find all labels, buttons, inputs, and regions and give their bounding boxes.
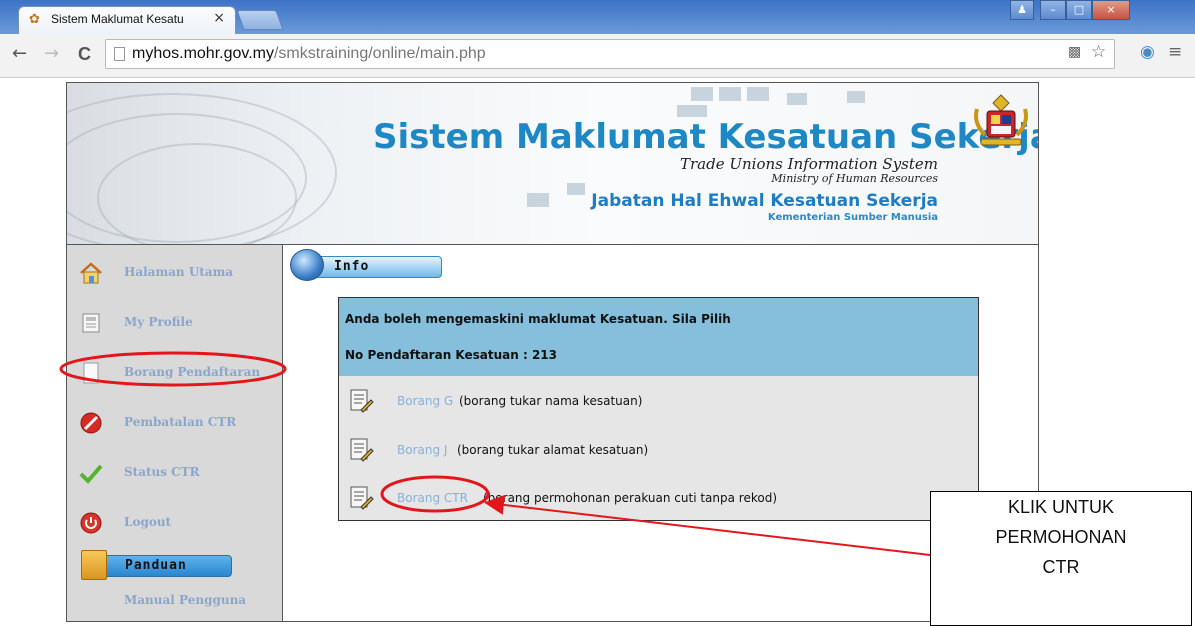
browser-tab[interactable]: ✿ Sistem Maklumat Kesatu × [18, 6, 236, 34]
guide-header: Panduan [79, 550, 233, 580]
sidebar-item-my-profile[interactable]: My Profile [67, 304, 283, 340]
sidebar-item-label: Halaman Utama [124, 265, 234, 279]
banner-tile [719, 87, 741, 101]
url-path: /smkstraining/online/main.php [273, 45, 486, 62]
sidebar-item-ctr-cancellation[interactable]: Pembatalan CTR [67, 404, 283, 440]
sidebar-item-label: Pembatalan CTR [124, 415, 237, 429]
url-text[interactable]: myhos.mohr.gov.my/smkstraining/online/ma… [132, 45, 486, 63]
sidebar-item-label: Borang Pendaftaran [124, 365, 261, 379]
annotation-callout: KLIK UNTUK PERMOHONAN CTR [930, 491, 1192, 626]
callout-line: PERMOHONAN [995, 527, 1127, 547]
guide-heading: Panduan [125, 558, 187, 573]
info-header: Info [290, 249, 442, 281]
banner-tile [677, 105, 707, 117]
list-item: Borang J (borang tukar alamat kesatuan) [349, 437, 969, 463]
address-book-icon [81, 550, 107, 580]
power-icon [80, 512, 102, 534]
sidebar-item-label: Logout [124, 515, 172, 529]
system-subtitle-english: Trade Unions Information System [680, 155, 938, 173]
address-bar[interactable]: myhos.mohr.gov.my/smkstraining/online/ma… [105, 39, 1115, 69]
sidebar-item-home[interactable]: Halaman Utama [67, 254, 283, 290]
list-item: Borang CTR (borang permohonan perakuan c… [349, 485, 969, 511]
forms-panel-header: Anda boleh mengemaskini maklumat Kesatua… [339, 298, 978, 376]
form-ctr-description: (borang permohonan perakuan cuti tanpa r… [483, 491, 778, 505]
banner-decoration [97, 143, 297, 244]
ministry-english: Ministry of Human Resources [771, 172, 938, 185]
profile-icon [82, 313, 100, 333]
web-page: Sistem Maklumat Kesatuan Sekerja Trade U… [66, 82, 1039, 622]
browser-toolbar: ← → C myhos.mohr.gov.my/smkstraining/onl… [0, 34, 1195, 78]
banner-tile [747, 87, 769, 101]
section-title: Info [334, 259, 370, 274]
forward-icon[interactable]: → [44, 44, 59, 64]
form-g-link[interactable]: Borang G [397, 394, 453, 408]
callout-line: KLIK UNTUK [1007, 497, 1115, 517]
header-banner: Sistem Maklumat Kesatuan Sekerja Trade U… [67, 83, 1038, 245]
user-manual-link[interactable]: Manual Pengguna [124, 593, 246, 607]
checkmark-icon [79, 464, 103, 484]
close-window-button[interactable]: × [1092, 0, 1130, 20]
camera-icon[interactable]: ◉ [1140, 42, 1155, 62]
sidebar-item-registration-form[interactable]: Borang Pendaftaran [67, 354, 283, 390]
sidebar-item-ctr-status[interactable]: Status CTR [67, 454, 283, 490]
sidebar-item-label: Status CTR [124, 465, 200, 479]
banner-tile [787, 93, 807, 105]
form-g-description: (borang tukar nama kesatuan) [459, 394, 643, 408]
banner-tile [847, 91, 865, 103]
tab-title: Sistem Maklumat Kesatu [51, 12, 184, 26]
document-icon [83, 362, 99, 384]
banner-tile [527, 193, 549, 207]
form-edit-icon [350, 389, 374, 413]
banner-tile [691, 87, 713, 101]
home-icon [80, 262, 102, 284]
form-j-link[interactable]: Borang J [397, 443, 447, 457]
coat-of-arms-icon [974, 94, 1028, 146]
registration-number: No Pendaftaran Kesatuan : 213 [345, 348, 558, 362]
instruction-text: Anda boleh mengemaskini maklumat Kesatua… [345, 312, 731, 326]
translate-icon[interactable]: ▩ [1068, 44, 1081, 60]
page-icon [114, 47, 125, 61]
banner-tile [567, 183, 585, 195]
new-tab-button[interactable] [236, 10, 284, 30]
form-edit-icon [350, 486, 374, 510]
cancel-icon [80, 412, 102, 434]
sidebar-item-logout[interactable]: Logout [67, 504, 283, 540]
reload-icon[interactable]: C [78, 44, 91, 64]
user-icon[interactable]: ♟ [1010, 0, 1034, 20]
forms-panel: Anda boleh mengemaskini maklumat Kesatua… [338, 297, 979, 521]
form-j-description: (borang tukar alamat kesatuan) [457, 443, 649, 457]
form-ctr-link[interactable]: Borang CTR [397, 491, 468, 505]
browser-titlebar: ✿ Sistem Maklumat Kesatu × ♟ – □ × [0, 0, 1195, 34]
back-icon[interactable]: ← [12, 44, 27, 64]
main-content: Info Anda boleh mengemaskini maklumat Ke… [284, 245, 1038, 621]
callout-line: CTR [1042, 557, 1080, 577]
maximize-button[interactable]: □ [1066, 0, 1092, 20]
menu-icon[interactable]: ≡ [1168, 42, 1182, 62]
form-edit-icon [350, 438, 374, 462]
minimize-button[interactable]: – [1040, 0, 1066, 20]
department-name: Jabatan Hal Ehwal Kesatuan Sekerja [591, 191, 938, 211]
sidebar-item-label: My Profile [124, 315, 193, 329]
system-title: Sistem Maklumat Kesatuan Sekerja [373, 117, 1038, 157]
tab-close-icon[interactable]: × [213, 10, 225, 26]
url-host: myhos.mohr.gov.my [132, 45, 274, 62]
favicon-icon: ✿ [29, 12, 40, 27]
globe-users-icon [290, 249, 324, 281]
list-item: Borang G (borang tukar nama kesatuan) [349, 388, 969, 414]
ministry-malay: Kementerian Sumber Manusia [767, 212, 938, 223]
sidebar: Halaman Utama My Profile Borang Pendafta… [67, 245, 283, 621]
bookmark-star-icon[interactable]: ☆ [1091, 42, 1106, 62]
